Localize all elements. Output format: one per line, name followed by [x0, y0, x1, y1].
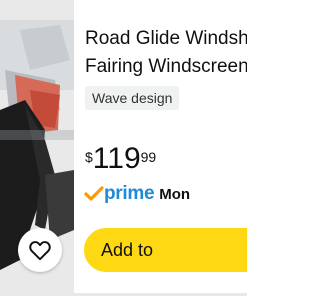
delivery-date: Mon: [159, 185, 191, 203]
price-whole: 119: [92, 142, 141, 175]
prime-check-icon: [84, 186, 104, 201]
prime-label: prime: [104, 183, 155, 204]
prime-delivery-row: prime Mon: [84, 182, 190, 206]
product-title-line-1[interactable]: Road Glide Windsh: [85, 25, 247, 53]
add-to-cart-button[interactable]: Add to: [84, 228, 247, 272]
prime-badge: prime: [84, 183, 155, 205]
product-title-line-2[interactable]: Fairing Windscreen: [85, 53, 247, 81]
product-price: $ 119 99: [85, 142, 156, 176]
price-symbol: $: [85, 149, 93, 165]
style-chip[interactable]: Wave design: [85, 86, 180, 110]
product-card[interactable]: Road Glide Windsh Fairing Windscreen Wav…: [0, 0, 247, 296]
product-image-panel[interactable]: [0, 0, 74, 296]
product-title[interactable]: Road Glide Windsh Fairing Windscreen: [85, 25, 247, 81]
favorite-button[interactable]: [18, 228, 62, 272]
price-fraction: 99: [140, 149, 157, 165]
heart-outline-icon: [29, 241, 51, 261]
